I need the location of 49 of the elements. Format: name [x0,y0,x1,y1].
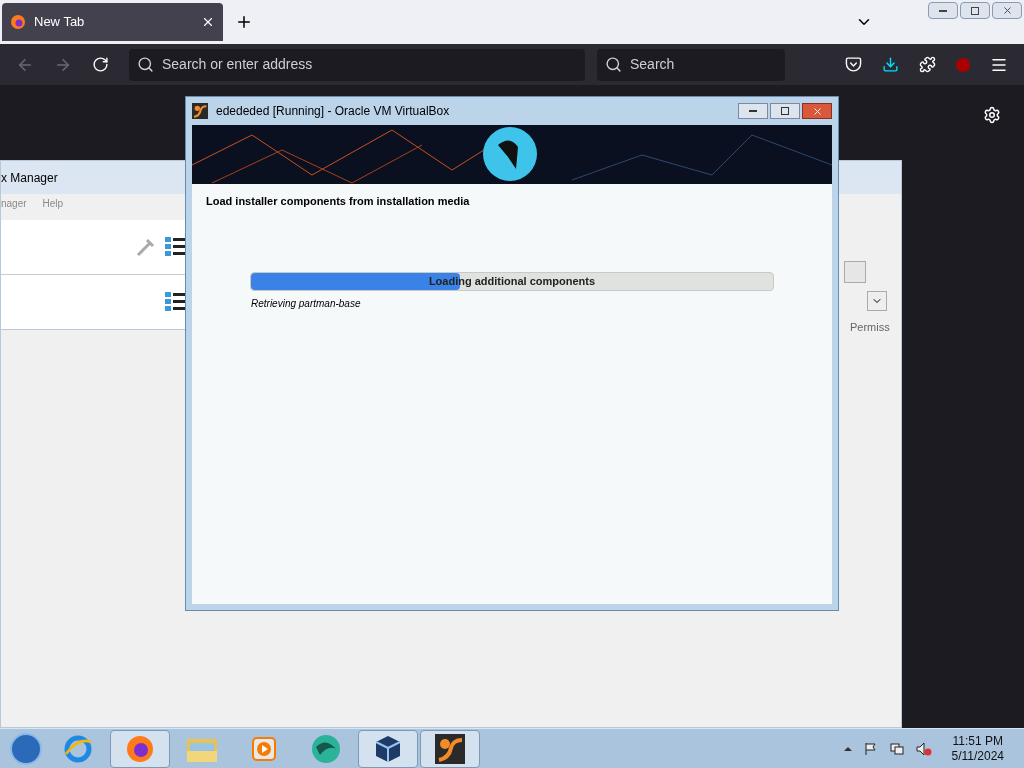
column-header: Permiss [849,320,889,335]
close-icon[interactable] [201,15,215,29]
search-field[interactable]: Search [597,48,785,81]
close-icon [811,105,823,117]
flag-icon[interactable] [863,741,878,756]
taskbar-button[interactable] [110,729,170,768]
restore-button[interactable] [770,103,800,119]
reload-icon[interactable] [92,56,109,73]
browser-tab[interactable]: New Tab [2,3,223,41]
status-text: Retrieving partman-base [250,296,362,311]
close-button[interactable] [802,103,832,119]
search-icon [605,56,622,73]
globe-icon [310,732,342,765]
list-icon [165,290,185,314]
window-title: edededed [Running] - Oracle VM VirtualBox [216,103,450,120]
network-icon[interactable] [889,741,904,756]
list-icon [165,235,185,259]
app-logo-icon [435,733,465,764]
address-field[interactable]: Search or enter address [129,48,585,81]
search-placeholder: Search [630,55,675,74]
clock[interactable]: 11:51 PM 5/11/2024 [951,733,1004,764]
taskbar-button[interactable] [420,729,480,768]
fox-globe-icon [125,733,155,764]
tray-arrow-icon[interactable] [843,746,852,751]
cube-icon [373,733,403,764]
settings-icon[interactable] [983,106,1001,124]
restore-button[interactable] [960,2,990,19]
minimize-button[interactable] [738,103,768,119]
tab-title: New Tab [34,13,86,32]
pocket-icon[interactable] [845,56,862,73]
close-icon [1001,5,1013,16]
dropdown-button[interactable] [867,291,887,311]
play-icon [250,734,278,763]
app-logo-icon [192,103,208,119]
muted-speaker-icon[interactable] [915,741,932,756]
fox-globe-icon [10,14,26,30]
puzzle-icon[interactable] [919,56,936,73]
taskbar-button[interactable] [358,729,418,768]
wrench-icon [135,236,157,258]
browser-e-icon [63,733,93,764]
installer-heading: Load installer components from installation media [205,194,471,209]
new-tab-icon[interactable] [235,13,253,31]
download-icon[interactable] [882,56,899,73]
clock-time: 11:51 PM [952,733,1003,749]
address-placeholder: Search or enter address [162,55,313,74]
minimize-button[interactable] [928,2,958,19]
clock-date: 5/11/2024 [951,748,1004,764]
search-icon [137,56,154,73]
window-title: x Manager [1,169,58,187]
